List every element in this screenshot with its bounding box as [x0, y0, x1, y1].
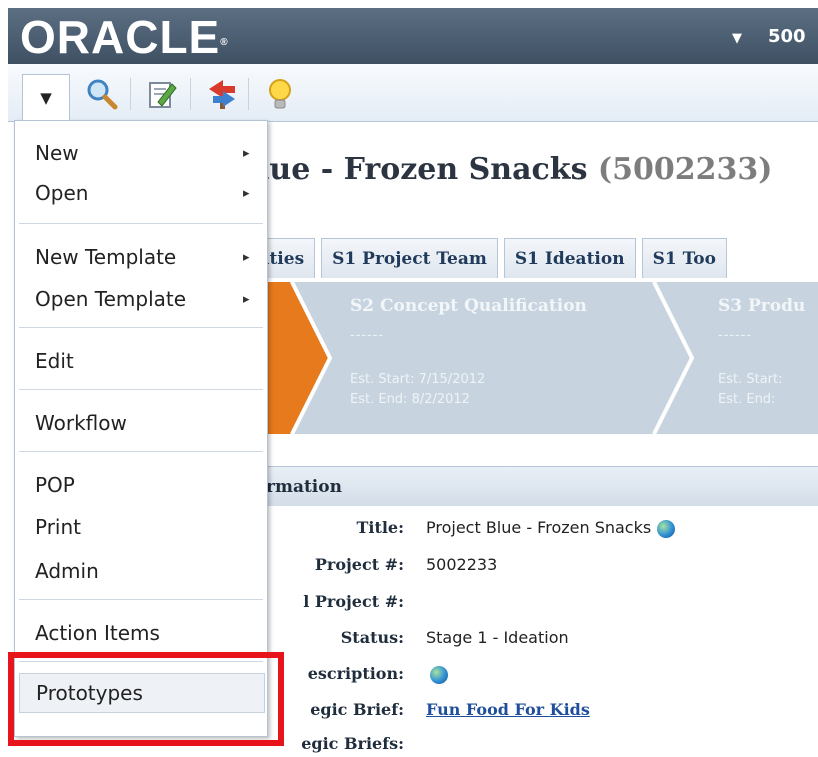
menu-item-label: Open: [35, 181, 89, 205]
menu-item-print[interactable]: Print: [15, 507, 267, 547]
stage-name: S3 Produ: [718, 296, 806, 316]
info-row-description: escription:: [262, 664, 818, 694]
field-label: Title:: [356, 518, 404, 537]
info-row-strategic-brief: egic Brief: Fun Food For Kids: [262, 700, 818, 730]
menu-item-label: Open Template: [35, 287, 187, 311]
project-number: (5002233): [597, 152, 773, 187]
oracle-logo: ORACLE®: [20, 11, 229, 63]
globe-icon[interactable]: [657, 519, 676, 538]
toolbar: ▼: [8, 64, 818, 122]
submenu-arrow-icon: ▸: [243, 249, 250, 265]
menu-item-edit[interactable]: Edit: [15, 341, 267, 381]
field-label: escription:: [307, 664, 404, 683]
field-value: Fun Food For Kids: [426, 700, 590, 719]
tab-s1-tools[interactable]: S1 Too: [641, 238, 727, 278]
info-row-other-strategic-briefs: egic Briefs:: [262, 734, 818, 757]
search-icon[interactable]: [80, 74, 124, 114]
menu-item-open-template[interactable]: Open Template ▸: [15, 279, 267, 319]
field-label: l Project #:: [303, 592, 404, 611]
field-label: Project #:: [314, 555, 404, 574]
tab-s1-project-team[interactable]: S1 Project Team: [321, 238, 498, 278]
highlight-box: [8, 652, 284, 746]
stage-est-start: Est. Start:: [718, 372, 783, 387]
menu-item-pop[interactable]: POP: [15, 465, 267, 505]
caret-down-icon: ▼: [40, 88, 52, 107]
menu-item-new[interactable]: New ▸: [15, 133, 267, 173]
globe-icon[interactable]: [430, 665, 448, 684]
tab-bar: ities S1 Project Team S1 Ideation S1 Too: [252, 238, 818, 278]
menu-item-label: Workflow: [35, 411, 127, 435]
menu-item-workflow[interactable]: Workflow: [15, 403, 267, 443]
stage-dates: Est. Start: Est. End:: [718, 370, 783, 410]
menu-item-label: Print: [35, 515, 82, 539]
stage-est-start: Est. Start: 7/15/2012: [350, 372, 486, 387]
menu-item-open[interactable]: Open ▸: [15, 173, 267, 213]
actions-dropdown-menu: New ▸ Open ▸ New Template ▸ Open Templat…: [14, 120, 268, 737]
header-user-area[interactable]: ▼ 500: [732, 26, 806, 47]
tab-s1-ideation[interactable]: S1 Ideation: [503, 238, 636, 278]
field-label: egic Briefs:: [301, 734, 404, 753]
information-section-header[interactable]: rmation: [262, 466, 818, 506]
header-user-text: 500: [768, 26, 806, 47]
field-value: Stage 1 - Ideation: [426, 628, 569, 647]
info-row-parent-project-number: l Project #:: [262, 592, 818, 622]
stage-name: S2 Concept Qualification: [350, 296, 587, 316]
submenu-arrow-icon: ▸: [243, 291, 250, 307]
menu-item-admin[interactable]: Admin: [15, 551, 267, 591]
menu-item-label: Action Items: [35, 621, 160, 645]
directions-icon[interactable]: [200, 74, 244, 114]
menu-item-new-template[interactable]: New Template ▸: [15, 237, 267, 277]
submenu-arrow-icon: ▸: [243, 185, 250, 201]
menu-item-label: Admin: [35, 559, 99, 583]
field-value: [426, 664, 448, 684]
stage-dates: Est. Start: 7/15/2012 Est. End: 8/2/2012: [350, 370, 485, 410]
strategic-brief-link[interactable]: Fun Food For Kids: [426, 700, 590, 719]
stage-separator-arrow: [652, 282, 695, 434]
page-title-text: lue - Frozen Snacks: [258, 152, 588, 187]
field-label: egic Brief:: [310, 700, 404, 719]
page-title: lue - Frozen Snacks (5002233): [258, 152, 772, 187]
caret-down-icon[interactable]: ▼: [732, 31, 742, 46]
submenu-arrow-icon: ▸: [243, 145, 250, 161]
actions-dropdown-button[interactable]: ▼: [22, 74, 70, 120]
active-stage-arrow[interactable]: [262, 282, 332, 434]
stage-dash: ------: [350, 328, 385, 343]
stage-dash: ------: [718, 328, 753, 343]
menu-item-label: POP: [35, 473, 75, 497]
app-header: ORACLE® ▼ 500: [8, 8, 818, 64]
stage-s3[interactable]: S3 Produ ------ Est. Start: Est. End:: [718, 282, 818, 434]
field-label: Status:: [340, 628, 404, 647]
stage-s2[interactable]: S2 Concept Qualification ------ Est. Sta…: [350, 282, 640, 434]
stage-est-end: Est. End:: [718, 392, 776, 407]
menu-item-label: New: [35, 141, 79, 165]
info-row-status: Status: Stage 1 - Ideation: [262, 628, 818, 658]
field-value: Project Blue - Frozen Snacks: [426, 518, 676, 538]
info-row-title: Title: Project Blue - Frozen Snacks: [262, 518, 818, 548]
lightbulb-icon[interactable]: [258, 74, 302, 114]
menu-item-action-items[interactable]: Action Items: [15, 613, 267, 653]
menu-item-label: New Template: [35, 245, 177, 269]
edit-icon[interactable]: [140, 74, 184, 114]
info-row-project-number: Project #: 5002233: [262, 555, 818, 585]
field-value: 5002233: [426, 555, 498, 574]
menu-item-label: Edit: [35, 349, 74, 373]
stage-est-end: Est. End: 8/2/2012: [350, 392, 470, 407]
